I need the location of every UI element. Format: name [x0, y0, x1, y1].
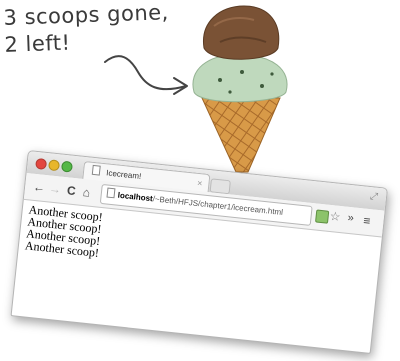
back-arrow-icon[interactable]: ← [32, 179, 46, 196]
url-path: /~Beth/HFJS/chapter1/icecream.html [152, 194, 284, 217]
url-host: localhost [117, 190, 154, 204]
menu-icon[interactable]: ≡ [363, 213, 371, 228]
zoom-window-button[interactable] [60, 160, 74, 173]
home-icon[interactable]: ⌂ [82, 184, 91, 201]
tab-title: Icecream! [105, 168, 142, 181]
page-icon [91, 164, 101, 176]
bookmark-star-icon[interactable]: ☆ [329, 209, 341, 224]
close-window-button[interactable] [35, 157, 48, 170]
more-chevron-icon[interactable]: » [347, 212, 354, 225]
forward-arrow-icon[interactable]: → [48, 180, 62, 197]
ice-cream-cone-image [192, 5, 288, 173]
extension-icon[interactable] [315, 209, 330, 224]
page-icon [106, 187, 116, 199]
reload-icon[interactable]: C [66, 182, 76, 199]
browser-window: Icecream! × ⤢ ← → C ⌂ localhost/~Beth/HF… [10, 150, 389, 354]
tab-close-icon[interactable]: × [196, 174, 203, 192]
fullscreen-icon[interactable]: ⤢ [369, 191, 378, 203]
minimize-window-button[interactable] [47, 159, 61, 172]
